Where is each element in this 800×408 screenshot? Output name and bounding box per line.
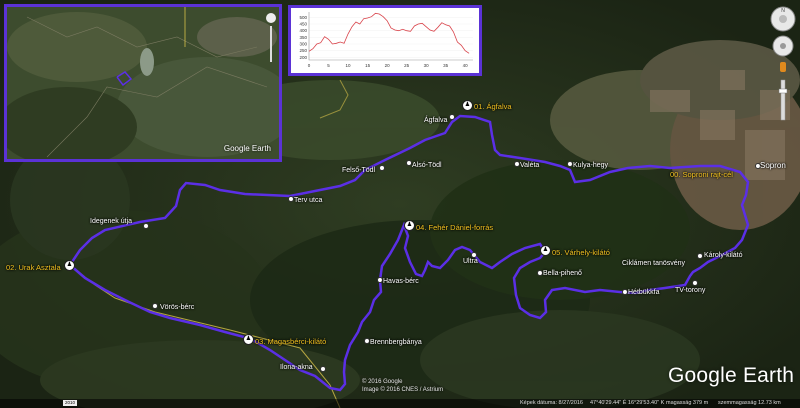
hiker-pin-icon[interactable]: ♟ [462, 100, 473, 111]
waypoint-label[interactable]: 01. Ágfalva [474, 102, 512, 111]
waypoint-label[interactable]: 05. Várhely-kilátó [552, 248, 610, 257]
waypoint-label[interactable]: 03. Magasbérci-kilátó [255, 337, 326, 346]
place-label-felso-todl[interactable]: Felső-Tödl [342, 167, 375, 174]
profile-x-tick: 15 [365, 63, 371, 68]
profile-x-tick: 20 [385, 63, 391, 68]
inset-brand-label: Google Earth [223, 144, 271, 153]
elevation-profile-panel: 500 450 400 350 300 250 200 0 5 10 15 20 25 30 35 40 [288, 5, 482, 76]
profile-y-tick: 450 [299, 22, 307, 27]
waypoint-label[interactable]: 04. Fehér Dániel-forrás [416, 223, 493, 232]
profile-x-tick: 5 [327, 63, 330, 68]
svg-text:N: N [781, 8, 785, 14]
place-label-tv-torony[interactable]: TV-torony [675, 287, 705, 294]
credit-line-2: Image © 2016 CNES / Astrium [362, 387, 444, 393]
place-label-agfalva[interactable]: Ágfalva [424, 117, 447, 124]
place-label-kulya-hegy[interactable]: Kulya-hegy [573, 162, 608, 169]
profile-y-tick: 500 [299, 15, 307, 20]
eye-altitude: szemmagasság 12.73 km [718, 400, 781, 406]
place-label-ultra[interactable]: Ultra [463, 258, 478, 265]
inset-nav-icon[interactable] [266, 13, 276, 23]
place-label-havas-berc[interactable]: Havas-bérc [383, 278, 419, 285]
place-label-ciklamen[interactable]: Ciklámen tanösvény [622, 260, 685, 267]
place-dot[interactable] [320, 366, 326, 372]
place-dot[interactable] [379, 165, 385, 171]
hiker-pin-icon[interactable]: ♟ [540, 245, 551, 256]
place-dot[interactable] [697, 253, 703, 259]
overview-map-image [7, 7, 279, 159]
pegman-icon[interactable] [780, 62, 786, 72]
credit-line-1: © 2016 Google [362, 379, 403, 385]
historical-imagery-button[interactable]: 2010 [63, 400, 77, 406]
place-dot[interactable] [143, 223, 149, 229]
elevation-profile-chart: 500 450400 350 300250 2000 5 10 15 20 25 30 35 40 [299, 12, 473, 68]
overview-map[interactable]: Google Earth [4, 4, 282, 162]
place-label-sopron[interactable]: Sopron [760, 161, 786, 170]
cursor-elevation: magasság 379 m [666, 400, 709, 406]
place-label-karoly-kilato[interactable]: Károly-kilátó [704, 252, 743, 259]
profile-y-tick: 200 [299, 55, 307, 60]
place-label-valeta[interactable]: Valéta [520, 162, 539, 169]
zoom-slider[interactable] [778, 79, 788, 121]
waypoint-label[interactable]: 02. Urak Asztala [6, 263, 61, 272]
place-label-terv-utca[interactable]: Terv utca [294, 197, 322, 204]
image-credits: © 2016 Google Image © 2016 CNES / Astriu… [362, 378, 443, 394]
place-label-voros-berc[interactable]: Vörös-bérc [160, 304, 194, 311]
hiker-pin-icon[interactable]: ♟ [64, 260, 75, 271]
status-bar: Képek dátuma: 8/27/2016 47°40'29.44" É 1… [0, 399, 800, 408]
place-label-bella-piheno[interactable]: Bella-pihenő [543, 270, 582, 277]
look-around-icon[interactable]: N [770, 6, 796, 32]
place-label-brennbergbanya[interactable]: Brennbergbánya [370, 339, 422, 346]
google-earth-logo: Google Earth [668, 364, 795, 387]
place-dot[interactable] [449, 114, 455, 120]
place-dot[interactable] [152, 303, 158, 309]
inset-zoom-control[interactable] [266, 13, 276, 73]
profile-axes [308, 12, 473, 61]
profile-y-tick: 300 [299, 42, 307, 47]
place-label-ilona-akna[interactable]: Ilona-akna [280, 364, 313, 371]
inset-zoom-slider[interactable] [270, 26, 272, 62]
hiker-pin-icon[interactable]: ♟ [243, 334, 254, 345]
profile-y-tick: 350 [299, 35, 307, 40]
profile-y-tick: 250 [299, 48, 307, 53]
profile-x-tick: 40 [463, 63, 469, 68]
imagery-date: Képek dátuma: 8/27/2016 [520, 400, 583, 406]
profile-x-tick: 25 [404, 63, 410, 68]
place-label-idegenek-utja[interactable]: Idegenek útja [90, 218, 132, 225]
hiker-pin-icon[interactable]: ♟ [404, 220, 415, 231]
navigation-controls[interactable]: N [768, 4, 798, 124]
profile-x-tick: 10 [346, 63, 352, 68]
place-label-hetbukkfa[interactable]: Hétbükkfa [628, 289, 660, 296]
waypoint-label[interactable]: 00. Soproni rajt-cél [670, 170, 733, 179]
profile-x-tick: 35 [443, 63, 449, 68]
profile-x-tick: 30 [424, 63, 430, 68]
move-control-icon[interactable] [772, 35, 794, 57]
profile-x-tick: 0 [308, 63, 311, 68]
place-dot[interactable] [692, 280, 698, 286]
place-label-also-todl[interactable]: Alsó-Tödl [412, 162, 442, 169]
elevation-line [308, 12, 470, 54]
cursor-coordinates: 47°40'29.44" É 16°29'53.40" K [590, 400, 665, 406]
profile-y-tick: 400 [299, 28, 307, 33]
